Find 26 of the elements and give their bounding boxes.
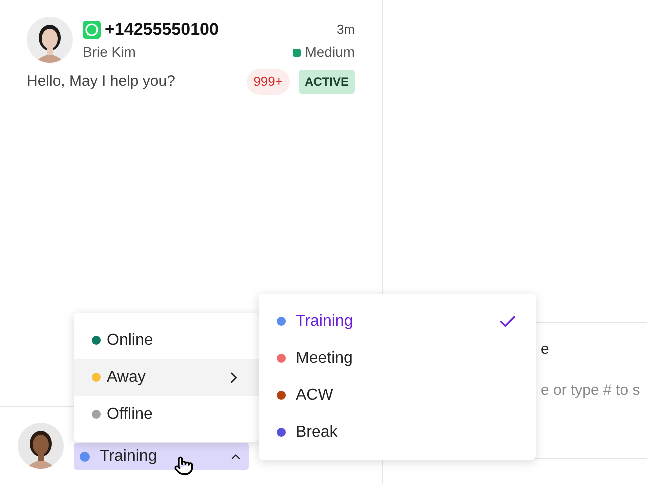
status-label: Away (107, 368, 146, 388)
status-label: Offline (107, 404, 153, 424)
menu-option[interactable]: Training (259, 303, 536, 340)
menu-option[interactable]: ACW (259, 377, 536, 414)
status-label: Training (296, 312, 354, 332)
menu-option[interactable]: Break (259, 414, 536, 451)
status-label: Break (296, 422, 338, 442)
time-ago: 3m (336, 21, 355, 40)
status-tag: ACTIVE (298, 70, 355, 94)
status-selector[interactable]: Training (74, 443, 249, 470)
status-option[interactable]: Online (74, 322, 259, 359)
compose-heading: e (541, 340, 550, 360)
status-label: ACW (296, 386, 334, 406)
last-message: Hello, May I help you? (27, 72, 176, 92)
status-label: Meeting (296, 348, 353, 368)
message-input[interactable]: e or type # to s (541, 380, 647, 402)
menu-option[interactable]: Meeting (259, 340, 536, 377)
phone-number: +14255550100 (105, 20, 219, 40)
status-label: Online (107, 330, 154, 350)
status-option[interactable]: Away (74, 359, 259, 396)
chat-app-icon (83, 21, 101, 39)
hand-cursor-icon (174, 454, 194, 478)
priority-label: Medium (305, 43, 355, 62)
status-option[interactable]: Offline (74, 396, 259, 433)
unread-count: 999+ (246, 69, 290, 94)
contact-name: Brie Kim (83, 43, 136, 62)
